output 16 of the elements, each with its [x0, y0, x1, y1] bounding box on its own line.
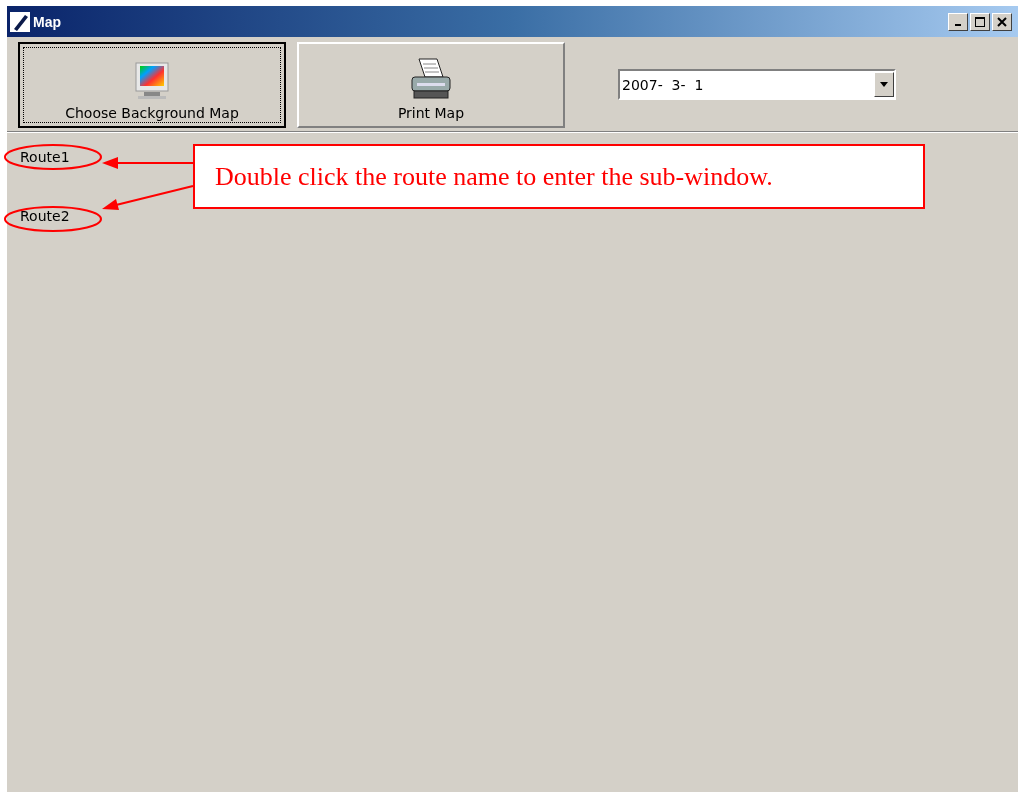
- maximize-button[interactable]: [970, 12, 990, 31]
- maximize-icon: [975, 16, 985, 27]
- toolbar-button[interactable]: Choose Background Map: [18, 41, 286, 128]
- route-item[interactable]: Route1: [20, 149, 70, 165]
- close-button[interactable]: [992, 12, 1012, 31]
- monitor-icon: [134, 60, 170, 101]
- minimize-button[interactable]: [948, 12, 968, 31]
- date-dropdown[interactable]: 2007- 3- 1: [618, 69, 896, 100]
- pencil-icon: [10, 11, 30, 32]
- close-icon: [997, 16, 1007, 27]
- window-title: Map: [33, 13, 61, 30]
- toolbar-button[interactable]: Print Map: [297, 41, 565, 128]
- minimize-icon: [955, 24, 961, 26]
- route-item[interactable]: Route2: [20, 208, 70, 224]
- callout-note: Double click the route name to enter the sub-window.: [193, 144, 925, 209]
- printer-icon: [409, 56, 453, 101]
